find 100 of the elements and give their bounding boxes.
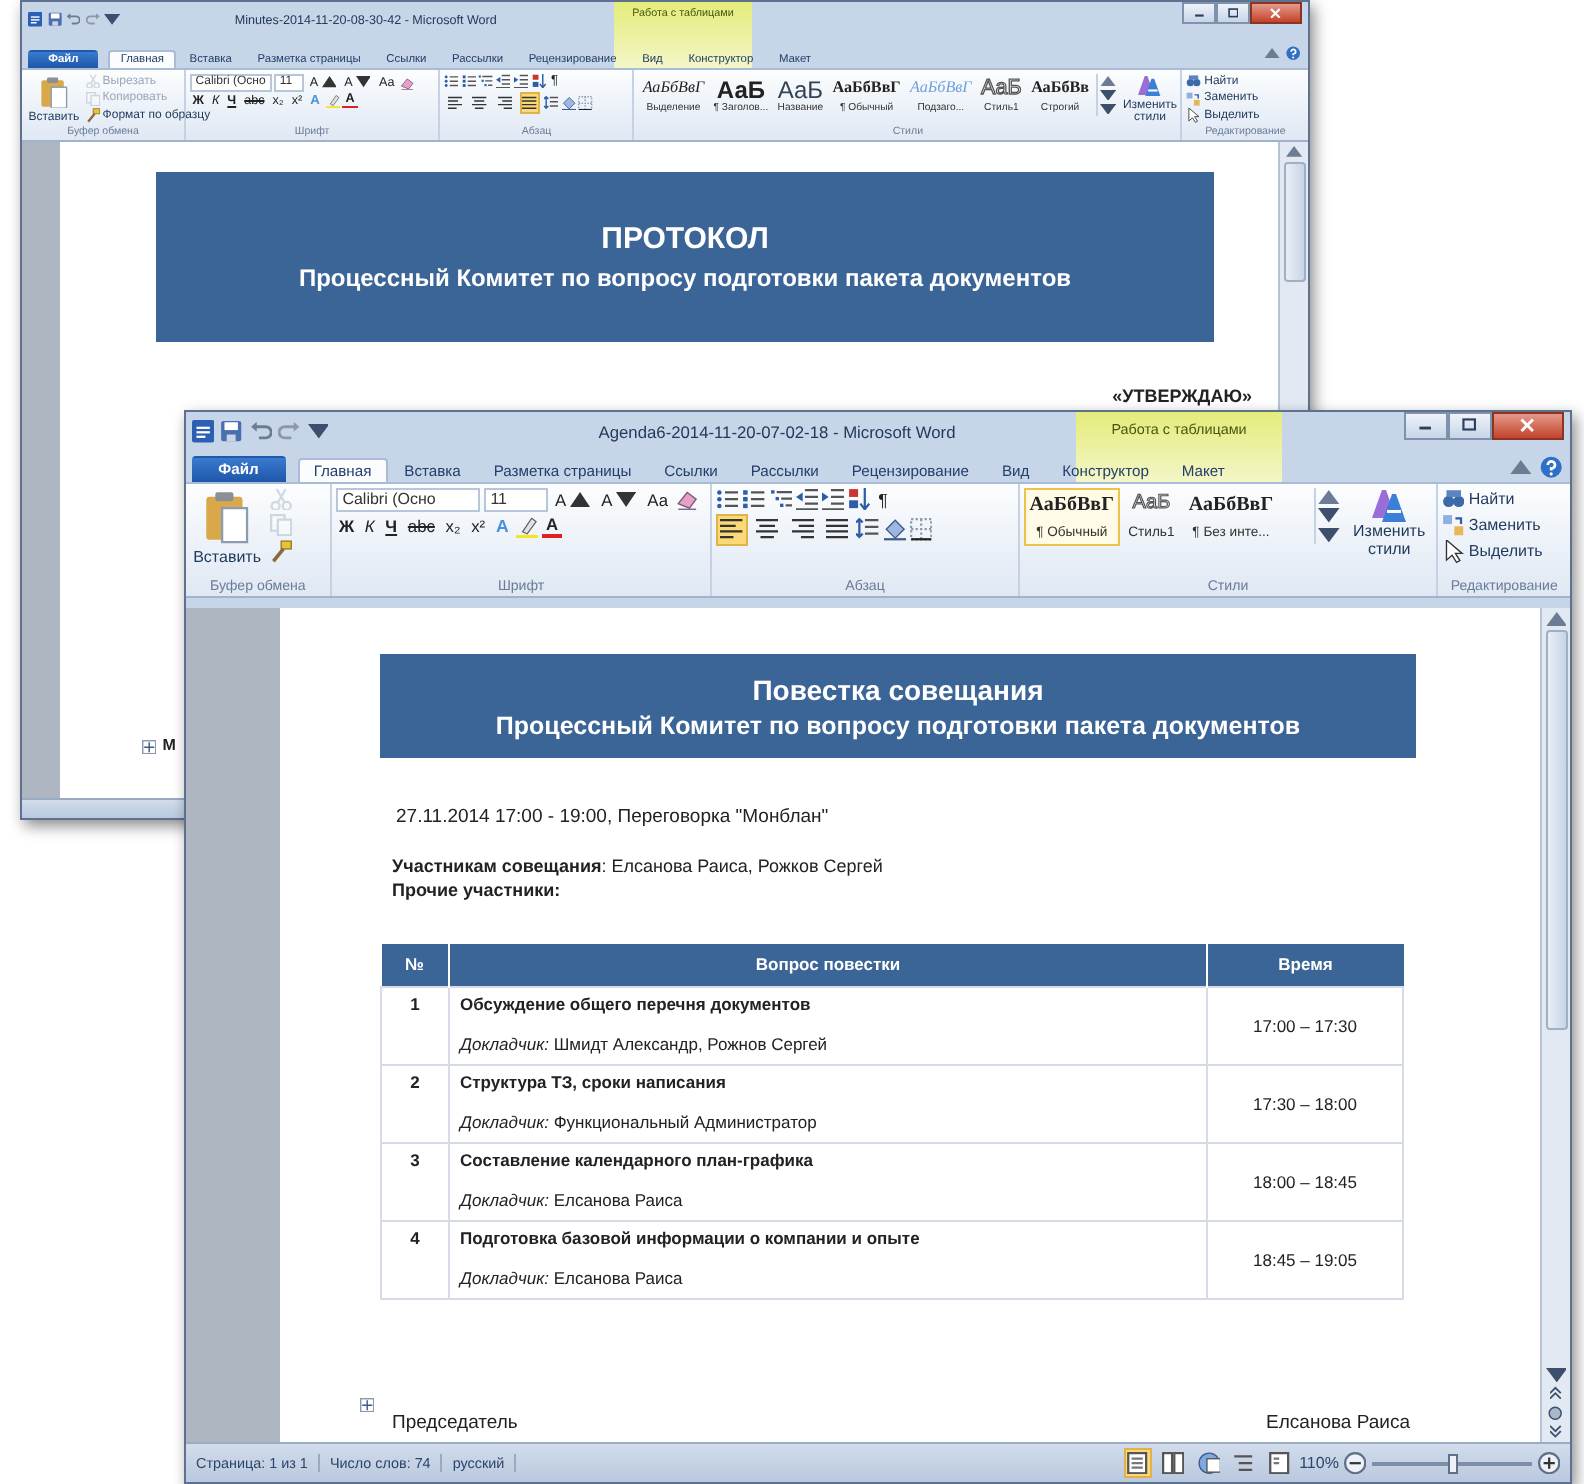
- format-button[interactable]: К: [361, 516, 378, 537]
- more-styles-icon[interactable]: [1318, 527, 1340, 543]
- clipboard-icon[interactable]: [39, 75, 68, 109]
- word-icon: [28, 12, 43, 28]
- borders-icon[interactable]: [909, 518, 933, 542]
- replace-button[interactable]: Заменить: [1442, 514, 1543, 537]
- numbering-icon[interactable]: [461, 74, 476, 89]
- table-move-handle-icon[interactable]: [360, 1397, 375, 1412]
- decrease-indent-icon[interactable]: [496, 74, 511, 89]
- paste-button[interactable]: Вставить: [190, 488, 265, 567]
- format-button[interactable]: x²: [467, 516, 489, 537]
- word-icon: [192, 420, 215, 444]
- binoculars-icon[interactable]: [1442, 488, 1465, 511]
- table-move-handle-icon[interactable]: [142, 739, 157, 754]
- save-icon[interactable]: [47, 12, 62, 28]
- maximize-button[interactable]: [1216, 2, 1250, 24]
- change-styles-button[interactable]: Изменить стили: [1346, 488, 1433, 562]
- format-button[interactable]: abc: [404, 516, 439, 537]
- sort-icon[interactable]: [848, 488, 871, 511]
- scroll-down-icon[interactable]: [1318, 508, 1340, 524]
- brush-icon[interactable]: [85, 108, 100, 124]
- multilevel-list-icon[interactable]: [478, 74, 494, 89]
- undo-icon[interactable]: [66, 12, 81, 28]
- close-icon[interactable]: [1270, 7, 1282, 19]
- window-title: Agenda6-2014-11-20-07-02-18 - Microsoft Word: [598, 422, 956, 442]
- down-triangle-icon[interactable]: [355, 76, 371, 89]
- scroll-up-icon[interactable]: [1099, 75, 1116, 86]
- binoculars-icon[interactable]: [1186, 74, 1202, 89]
- table-cell: 18:45 – 19:05: [1207, 1220, 1403, 1298]
- highlighter-icon[interactable]: [516, 515, 539, 538]
- previous-page-icon[interactable]: [1550, 1386, 1562, 1402]
- close-icon[interactable]: [1520, 418, 1536, 434]
- eraser-icon[interactable]: [399, 75, 415, 90]
- maximize-button[interactable]: [1448, 412, 1492, 440]
- collapse-ribbon-icon[interactable]: [1510, 459, 1532, 475]
- font-size-field[interactable]: 11: [483, 488, 548, 512]
- format-button[interactable]: Ж: [335, 516, 358, 537]
- replace-icon[interactable]: [1442, 514, 1465, 537]
- numbering-icon[interactable]: [742, 488, 766, 511]
- save-icon[interactable]: [220, 420, 244, 444]
- agenda-topic: Структура ТЗ, сроки написания: [460, 1071, 728, 1091]
- close-button[interactable]: [1250, 2, 1302, 24]
- caret-icon[interactable]: [104, 14, 121, 26]
- clipboard-icon[interactable]: [204, 489, 250, 544]
- shrink-font-button[interactable]: A: [597, 489, 640, 510]
- show-marks-button[interactable]: ¶: [874, 489, 892, 510]
- bullets-icon[interactable]: [444, 74, 459, 89]
- increase-indent-icon[interactable]: [821, 488, 845, 511]
- next-page-icon[interactable]: [1550, 1423, 1562, 1438]
- decrease-indent-icon[interactable]: [795, 488, 818, 511]
- format-button[interactable]: x₂: [442, 516, 464, 537]
- scrollbar-thumb[interactable]: [1545, 630, 1567, 1031]
- line-spacing-icon[interactable]: [543, 95, 559, 110]
- cursor-icon[interactable]: [1186, 108, 1202, 124]
- scroll-up-icon[interactable]: [1318, 489, 1340, 504]
- select-button[interactable]: Выделить: [1442, 540, 1543, 564]
- cursor-icon[interactable]: [1442, 540, 1465, 564]
- change-case-button[interactable]: Аа: [643, 489, 672, 510]
- up-triangle-icon[interactable]: [321, 76, 337, 89]
- table-cell: 17:00 – 17:30: [1207, 986, 1403, 1064]
- down-triangle-icon[interactable]: [616, 492, 637, 508]
- table-cell: 18:00 – 18:45: [1207, 1142, 1403, 1220]
- bullets-icon[interactable]: [716, 488, 739, 511]
- grow-font-button[interactable]: A: [551, 489, 594, 510]
- line-spacing-icon[interactable]: [856, 518, 880, 542]
- scroll-down-icon[interactable]: [1545, 1368, 1567, 1383]
- shading-icon[interactable]: [883, 518, 906, 542]
- zoom-in-icon[interactable]: [1538, 1451, 1561, 1475]
- font-color-button[interactable]: A: [542, 516, 562, 538]
- browse-object-icon[interactable]: [1548, 1405, 1564, 1420]
- scrollbar-thumb[interactable]: [1283, 161, 1305, 282]
- styles-icon[interactable]: [1138, 75, 1162, 97]
- maximize-icon[interactable]: [1227, 7, 1239, 19]
- font-name-field[interactable]: Calibri (Осно: [335, 488, 480, 512]
- find-button[interactable]: Найти: [1442, 488, 1543, 511]
- more-styles-icon[interactable]: [1099, 103, 1116, 115]
- help-icon[interactable]: [1539, 455, 1562, 479]
- replace-icon[interactable]: [1186, 91, 1202, 106]
- minimize-button[interactable]: [1182, 2, 1216, 24]
- format-button[interactable]: Ч: [382, 516, 401, 537]
- collapse-ribbon-icon[interactable]: [1263, 47, 1280, 59]
- styles-icon[interactable]: [1372, 489, 1407, 522]
- increase-indent-icon[interactable]: [513, 74, 529, 89]
- shading-icon[interactable]: [561, 95, 576, 110]
- highlighter-icon[interactable]: [325, 94, 340, 109]
- eraser-icon[interactable]: [675, 488, 698, 511]
- brush-icon[interactable]: [269, 540, 292, 564]
- scroll-down-icon[interactable]: [1099, 89, 1116, 101]
- zoom-level: 110%: [1299, 1454, 1339, 1472]
- multilevel-list-icon[interactable]: [769, 488, 792, 511]
- undo-icon[interactable]: [249, 420, 272, 444]
- sort-icon[interactable]: [531, 74, 546, 89]
- up-triangle-icon[interactable]: [570, 492, 591, 508]
- zoom-slider-thumb[interactable]: [1448, 1453, 1459, 1473]
- zoom-out-icon[interactable]: [1344, 1451, 1367, 1475]
- borders-icon[interactable]: [578, 95, 594, 110]
- caret-icon[interactable]: [307, 424, 329, 440]
- help-icon[interactable]: [1285, 45, 1300, 61]
- close-button[interactable]: [1492, 412, 1564, 440]
- maximize-icon[interactable]: [1462, 418, 1478, 434]
